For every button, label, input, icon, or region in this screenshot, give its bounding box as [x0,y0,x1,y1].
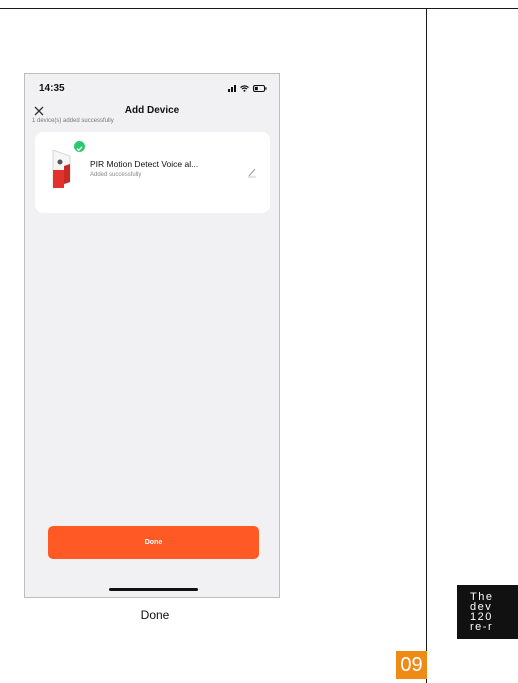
status-icons [228,84,267,92]
side-note-text: The dev 120 re-r [470,591,494,633]
device-name: PIR Motion Detect Voice al... [90,159,199,169]
edit-icon[interactable] [246,165,258,178]
home-indicator [109,588,198,591]
done-button[interactable]: Done [48,526,259,559]
page-title: Add Device [124,105,180,116]
success-check-icon [73,140,86,153]
page-frame-right [427,8,518,683]
battery-icon [253,84,267,92]
figure-caption: Done [140,608,170,622]
status-bar: 14:35 [25,74,279,96]
device-status: Added successfully [90,172,142,178]
wifi-icon [240,84,249,92]
device-card[interactable]: PIR Motion Detect Voice al... Added succ… [35,132,270,213]
status-time: 14:35 [39,83,65,94]
phone-screenshot: 14:35 Add Device 1 device(s) added succe… [24,73,280,598]
added-count-text: 1 device(s) added successfully [32,118,114,124]
page-number: 09 [396,651,427,679]
signal-icon [228,84,236,92]
side-note: The dev 120 re-r [457,585,518,639]
